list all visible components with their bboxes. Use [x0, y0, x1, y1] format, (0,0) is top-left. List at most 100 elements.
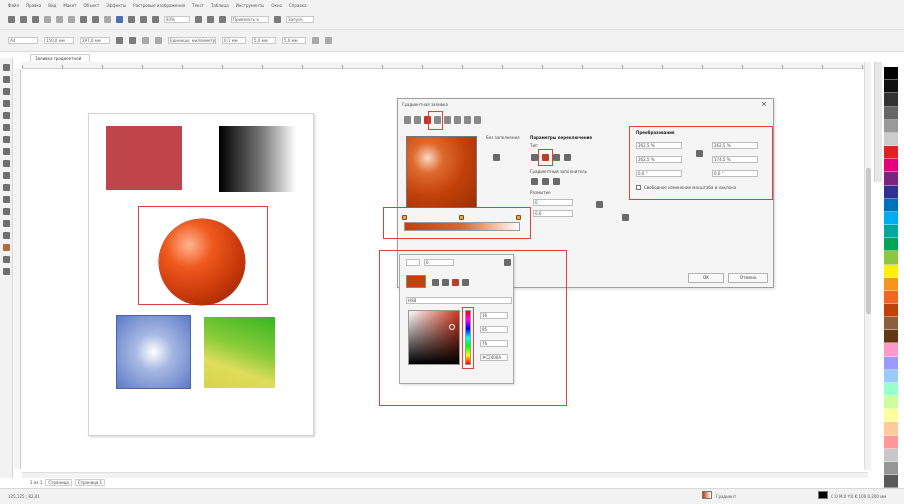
menu-item-view[interactable]: Вид [48, 3, 56, 8]
mirror-mode-icon[interactable] [542, 178, 549, 185]
menu-item-object[interactable]: Объект [84, 3, 100, 8]
undo-icon[interactable] [92, 16, 99, 23]
palettes-icon[interactable] [462, 279, 469, 286]
brightness-field[interactable]: 76 [480, 340, 508, 347]
palette-swatch[interactable] [884, 119, 898, 133]
drop-shadow-icon[interactable] [2, 208, 10, 215]
height-field[interactable]: 174,5 % [712, 156, 758, 163]
horizontal-ruler[interactable] [22, 62, 868, 69]
print-icon[interactable] [44, 16, 51, 23]
drawing-page[interactable] [88, 113, 314, 436]
angle-field[interactable]: 0,0 ° [712, 170, 758, 177]
menu-item-help[interactable]: Справка [289, 3, 307, 8]
transparency-tool-icon[interactable] [2, 220, 10, 227]
color-picker-area[interactable] [408, 310, 460, 365]
node-color-swatch[interactable] [406, 275, 426, 288]
freehand-tool-icon[interactable] [2, 112, 10, 119]
ellipse-tool-icon[interactable] [2, 148, 10, 155]
units-dropdown[interactable]: Единицы: миллиметры [168, 37, 216, 44]
palette-swatch[interactable] [884, 303, 898, 318]
eyedropper-icon[interactable] [2, 232, 10, 239]
new-document-icon[interactable] [8, 16, 15, 23]
steps-field[interactable]: 0 [533, 199, 573, 206]
linear-type-icon[interactable] [531, 154, 538, 161]
menu-item-bitmaps[interactable]: Растровые изображения [133, 3, 185, 8]
page-tab-1[interactable]: Страница 1 [74, 478, 106, 486]
palette-swatch[interactable] [884, 264, 898, 278]
palette-swatch[interactable] [884, 330, 898, 344]
free-scale-checkbox[interactable] [636, 185, 641, 190]
palette-swatch[interactable] [884, 106, 898, 120]
launch-dropdown[interactable]: Запуск [286, 16, 314, 23]
palette-swatch[interactable] [884, 448, 898, 462]
palette-swatch[interactable] [884, 146, 898, 160]
palette-swatch[interactable] [884, 172, 898, 186]
document-tab[interactable]: Заливка градиентной [30, 54, 90, 62]
parallel-dimension-icon[interactable] [2, 184, 10, 191]
menu-item-text[interactable]: Текст [192, 3, 204, 8]
open-icon[interactable] [20, 16, 27, 23]
mixers-icon[interactable] [442, 279, 449, 286]
palette-swatch[interactable] [884, 251, 898, 265]
hue-field[interactable]: 16 [480, 312, 508, 319]
vertical-scrollbar[interactable] [864, 62, 871, 470]
palette-swatch[interactable] [884, 356, 898, 370]
options-icon[interactable] [325, 37, 332, 44]
node-color-dropdown[interactable] [406, 259, 420, 266]
square-gradient-blue[interactable] [117, 316, 190, 388]
color-model-dropdown[interactable]: HSB [406, 297, 512, 304]
palette-swatch[interactable] [884, 317, 898, 331]
palette-swatch[interactable] [884, 396, 898, 410]
gradient-color-bar[interactable] [402, 215, 521, 231]
eyedropper-icon[interactable] [432, 279, 439, 286]
palette-swatch[interactable] [884, 132, 898, 147]
page-height-field[interactable]: 297,0 мм [80, 37, 110, 44]
palette-swatch[interactable] [884, 369, 898, 383]
cancel-button[interactable]: Отмена [728, 273, 768, 283]
palette-swatch[interactable] [884, 211, 898, 226]
palette-swatch[interactable] [884, 80, 898, 94]
fill-indicator-icon[interactable] [702, 491, 712, 499]
save-icon[interactable] [32, 16, 39, 23]
bitmap-pattern-icon[interactable] [444, 116, 451, 124]
palette-swatch[interactable] [884, 461, 898, 475]
menu-item-effects[interactable]: Эффекты [106, 3, 126, 8]
postscript-fill-icon[interactable] [474, 116, 481, 124]
texture-fill-icon[interactable] [464, 116, 471, 124]
ok-button[interactable]: OK [688, 273, 724, 283]
acceleration-field[interactable]: 0,0 [533, 210, 573, 217]
repeat-mirror-icon[interactable] [553, 178, 560, 185]
palette-swatch[interactable] [884, 198, 898, 212]
palette-swatch[interactable] [884, 422, 898, 436]
publish-pdf-icon[interactable] [152, 16, 159, 23]
outline-indicator-icon[interactable] [818, 491, 828, 499]
palette-swatch[interactable] [884, 277, 898, 291]
polygon-tool-icon[interactable] [2, 160, 10, 167]
lock-steps-icon[interactable] [596, 201, 603, 208]
saturation-field[interactable]: 95 [480, 326, 508, 333]
green-yellow-gradient-square[interactable] [204, 317, 275, 388]
grid-icon[interactable] [219, 16, 226, 23]
menu-item-file[interactable]: Файл [8, 3, 19, 8]
palette-swatch[interactable] [884, 343, 898, 357]
palette-swatch[interactable] [884, 93, 898, 107]
full-screen-icon[interactable] [195, 16, 202, 23]
palette-swatch[interactable] [884, 409, 898, 423]
flip-fill-icon[interactable] [493, 154, 500, 161]
export-icon[interactable] [140, 16, 147, 23]
palette-swatch[interactable] [884, 475, 898, 489]
palette-swatch[interactable] [884, 54, 898, 68]
menu-item-tools[interactable]: Инструменты [236, 3, 265, 8]
lock-ratio-icon[interactable] [696, 150, 703, 157]
duplicate-x-field[interactable]: 5,0 мм [252, 37, 276, 44]
y-offset-field[interactable]: 262,5 % [636, 156, 682, 163]
rulers-icon[interactable] [207, 16, 214, 23]
palette-swatch[interactable] [884, 225, 898, 239]
portrait-icon[interactable] [116, 37, 123, 44]
node-opacity-field[interactable]: 0 [424, 259, 454, 266]
add-tool-icon[interactable] [2, 268, 10, 275]
pick-tool-icon[interactable] [2, 64, 10, 71]
connector-tool-icon[interactable] [2, 196, 10, 203]
palette-swatch[interactable] [884, 382, 898, 397]
menu-item-table[interactable]: Таблица [211, 3, 229, 8]
